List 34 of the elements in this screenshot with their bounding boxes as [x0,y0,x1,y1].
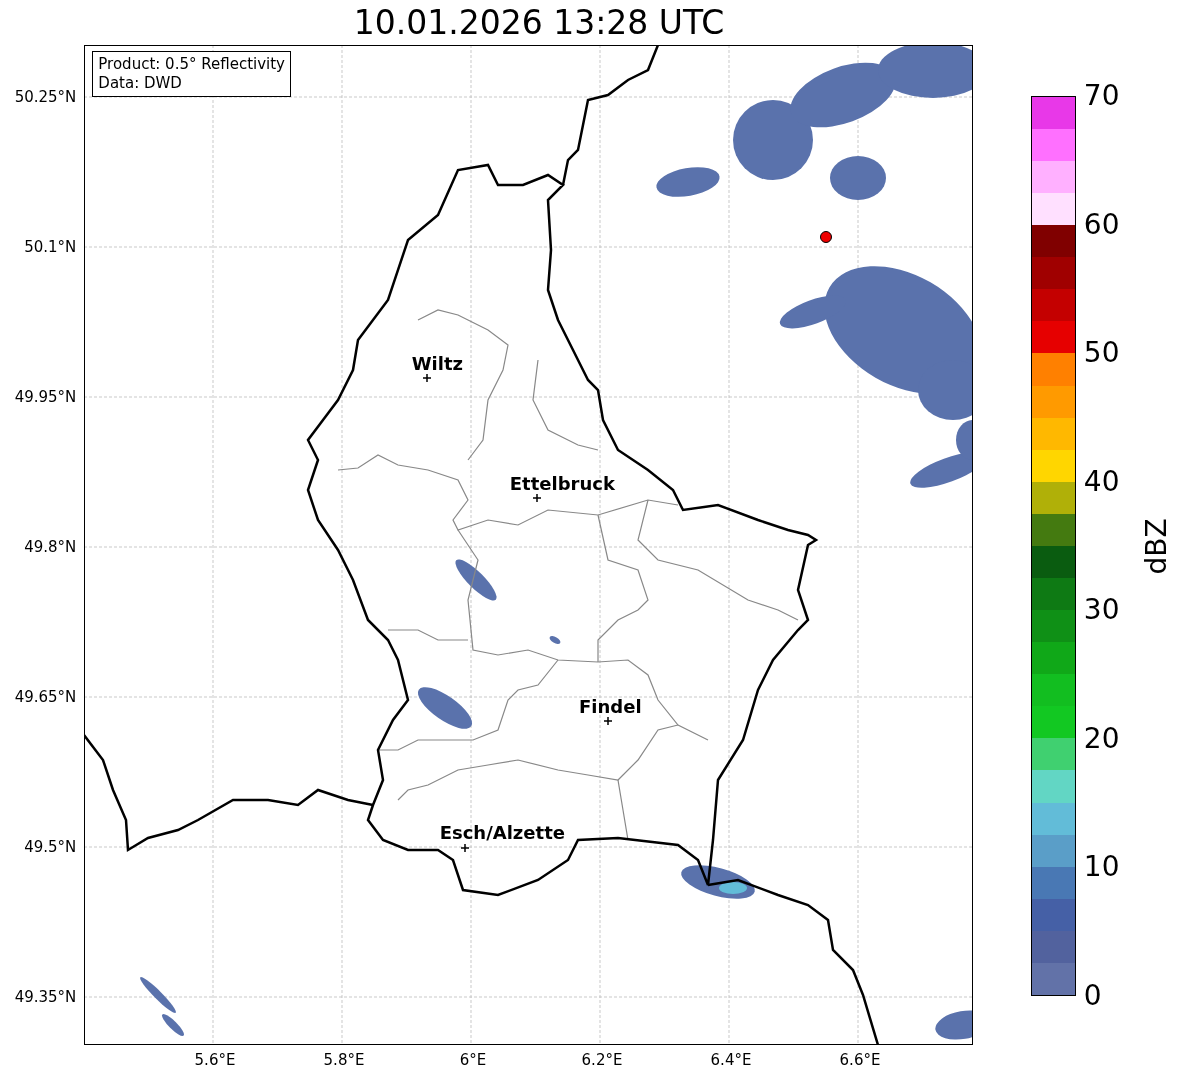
info-text: Data: DWD [98,74,183,93]
colorbar-tick-label: 50 [1083,338,1120,369]
colorbar-tick-label: 20 [1083,723,1120,754]
tick-label: 6.2°E [581,1051,623,1069]
tick-label: 49.95°N [14,388,77,406]
city-label: Wiltz [411,352,463,374]
tick-label: 5.8°E [323,1051,365,1069]
colorbar-tick-label: 10 [1083,852,1120,883]
radar-site-marker [820,231,833,243]
chart-title: 10.01.2026 13:28 UTC [352,2,726,44]
colorbar-tick-label: 30 [1083,595,1120,626]
city-label: Findel [579,695,642,717]
info-text: Product: 0.5° Reflectivity [98,55,285,74]
city-marker-icon [532,493,543,503]
tick-label: 6°E [459,1051,487,1069]
colorbar-tick-label: 60 [1083,209,1120,240]
tick-label: 49.8°N [24,538,77,556]
colorbar-label: dBZ [1139,517,1173,575]
tick-label: 6.4°E [710,1051,752,1069]
tick-label: 6.6°E [839,1051,881,1069]
city-label: Esch/Alzette [439,821,565,843]
city-marker-icon [460,843,471,853]
tick-label: 49.65°N [14,688,77,706]
city-label: Ettelbruck [509,472,615,494]
city-marker-icon [603,716,614,726]
colorbar-tick-label: 70 [1083,81,1120,111]
colorbar-tick-label: 0 [1083,981,1102,1011]
tick-label: 5.6°E [194,1051,236,1069]
colorbar-tick-label: 40 [1083,466,1120,497]
tick-label: 50.25°N [14,88,77,106]
tick-label: 50.1°N [24,238,77,256]
tick-label: 49.35°N [14,988,77,1006]
city-marker-icon [422,373,433,383]
tick-label: 49.5°N [24,838,77,856]
